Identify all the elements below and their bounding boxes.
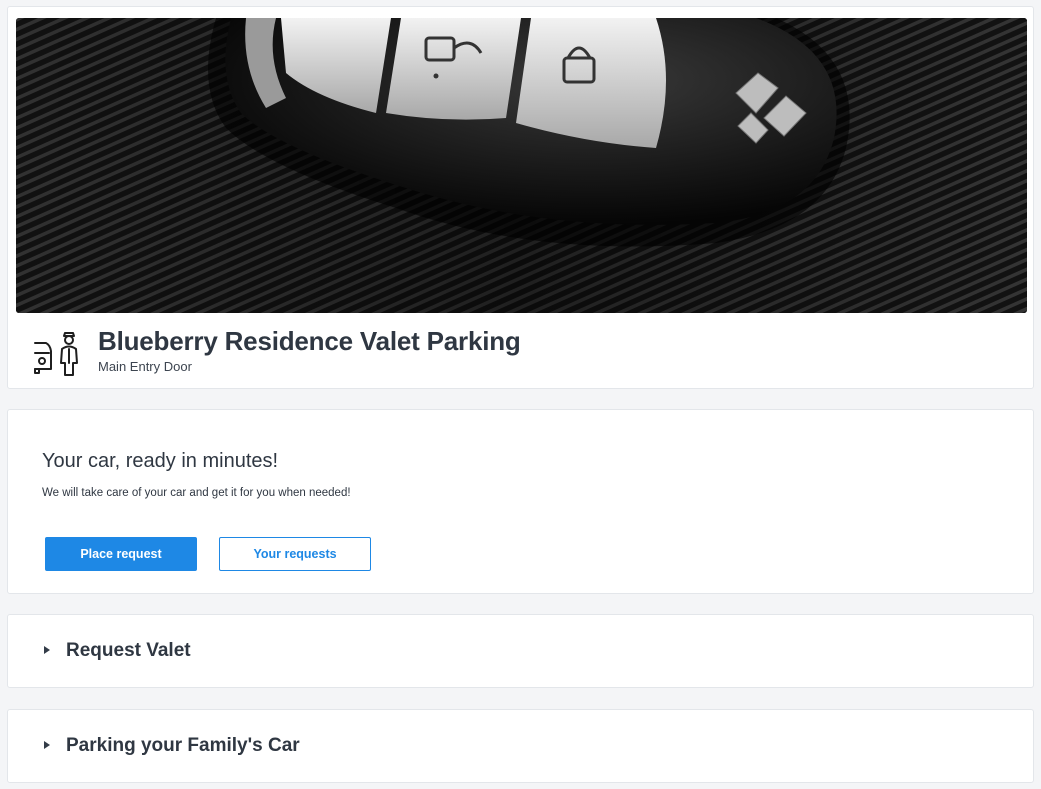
hero-image [16, 18, 1027, 313]
valet-attendant-car-icon [32, 329, 82, 377]
place-request-button[interactable]: Place request [45, 537, 197, 571]
venue-header-card: Blueberry Residence Valet Parking Main E… [7, 6, 1034, 389]
section-label: Parking your Family's Car [66, 735, 300, 756]
caret-right-icon [44, 646, 50, 654]
family-car-section[interactable]: Parking your Family's Car [7, 709, 1034, 783]
valet-intro-card: Your car, ready in minutes! We will take… [7, 409, 1034, 594]
intro-heading: Your car, ready in minutes! [42, 450, 279, 472]
caret-right-icon [44, 741, 50, 749]
request-valet-section[interactable]: Request Valet [7, 614, 1034, 688]
venue-subtitle: Main Entry Door [98, 359, 192, 374]
intro-description: We will take care of your car and get it… [42, 487, 351, 499]
venue-title: Blueberry Residence Valet Parking [98, 326, 521, 356]
section-label: Request Valet [66, 640, 191, 661]
your-requests-button[interactable]: Your requests [219, 537, 371, 571]
